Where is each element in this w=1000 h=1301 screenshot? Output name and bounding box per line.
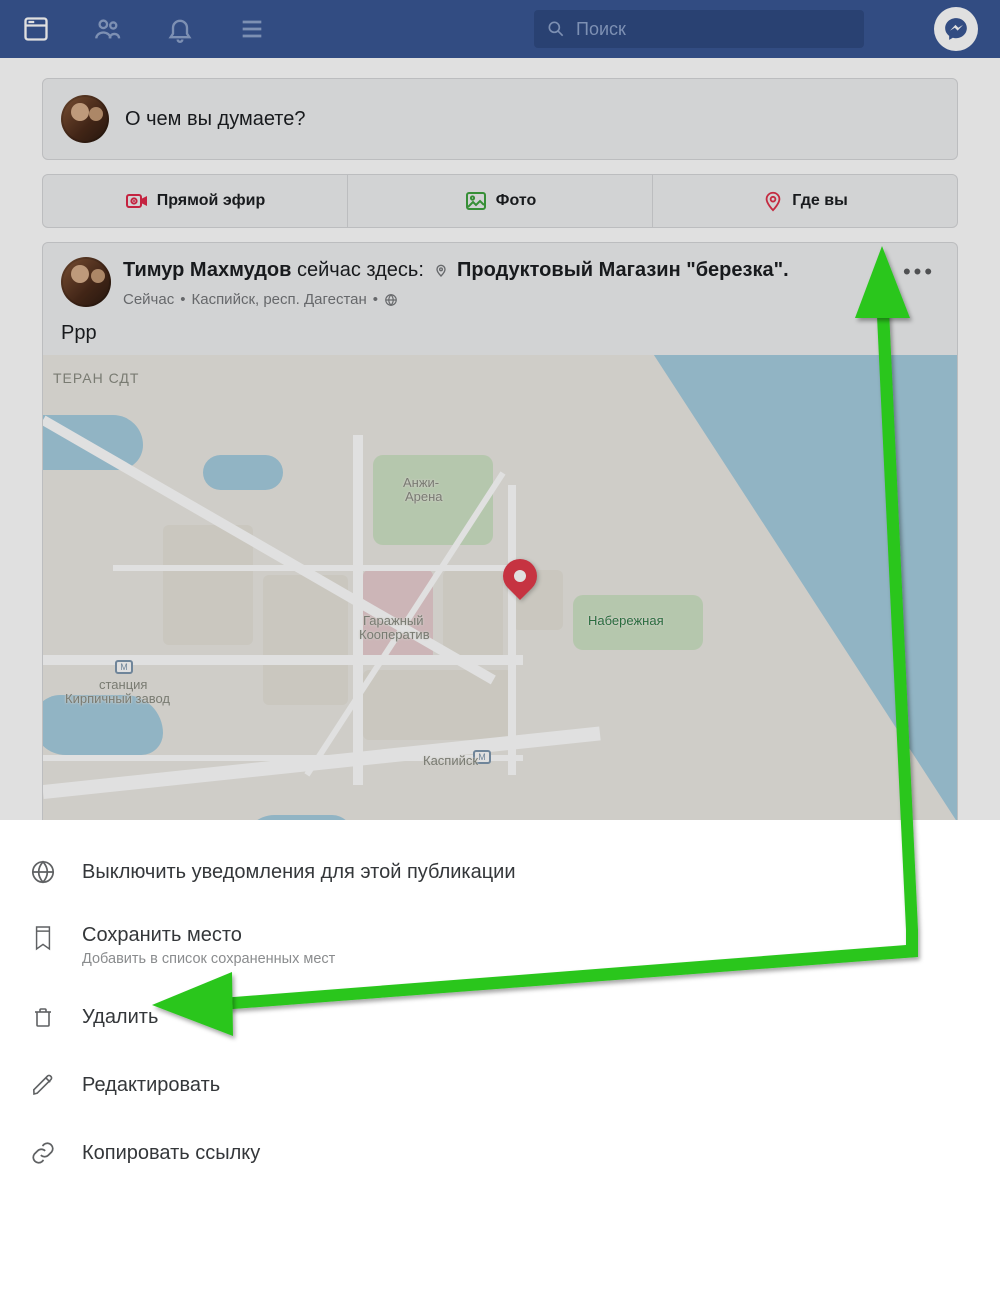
delete-button[interactable]: Удалить: [0, 983, 1000, 1051]
map-label: Гаражный: [363, 613, 423, 628]
location-button[interactable]: Где вы: [652, 175, 957, 227]
edit-button[interactable]: Редактировать: [0, 1051, 1000, 1119]
map-label: Анжи-: [403, 475, 439, 490]
post-location: Каспийск, респ. Дагестан: [191, 291, 366, 308]
map-label: Кооператив: [359, 627, 430, 642]
photo-label: Фото: [496, 192, 536, 210]
notifications-icon[interactable]: [166, 15, 194, 43]
globe-icon: [384, 293, 398, 307]
avatar[interactable]: [61, 257, 111, 307]
delete-label: Удалить: [82, 1006, 158, 1029]
location-label: Где вы: [792, 192, 847, 210]
live-label: Прямой эфир: [157, 192, 266, 210]
feed-icon[interactable]: [22, 15, 50, 43]
post-verb: сейчас здесь:: [297, 259, 424, 281]
map-label: Набережная: [588, 613, 664, 628]
compose-actions: Прямой эфир Фото Где вы: [42, 174, 958, 228]
menu-icon[interactable]: [238, 15, 266, 43]
mute-label: Выключить уведомления для этой публикаци…: [82, 861, 516, 884]
photo-icon: [464, 189, 488, 213]
map-label: ТЕРАН СДТ: [53, 370, 139, 386]
post-time: Сейчас: [123, 291, 174, 308]
live-icon: [125, 189, 149, 213]
map-label: Каспийск: [423, 753, 478, 768]
top-nav: Поиск: [0, 0, 1000, 58]
messenger-button[interactable]: [934, 7, 978, 51]
post-card: Тимур Махмудов сейчас здесь: Продуктовый…: [42, 242, 958, 820]
station-icon: M: [115, 660, 133, 674]
post-map[interactable]: M M ТЕРАН СДТ Анжи- Арена Гаражный Коопе…: [43, 355, 957, 820]
more-icon: •••: [903, 259, 935, 285]
photo-button[interactable]: Фото: [347, 175, 652, 227]
avatar: [61, 95, 109, 143]
friends-icon[interactable]: [94, 15, 122, 43]
location-icon: [762, 189, 784, 213]
post-options-sheet: Выключить уведомления для этой публикаци…: [0, 820, 1000, 1197]
pin-icon: [433, 260, 449, 287]
map-label: Кирпичный завод: [65, 691, 170, 706]
messenger-icon: [943, 16, 969, 42]
map-label: Арена: [405, 489, 443, 504]
post-place[interactable]: Продуктовый Магазин "березка".: [457, 259, 789, 281]
post-body: Ppp: [61, 308, 939, 355]
mute-notifications-button[interactable]: Выключить уведомления для этой публикаци…: [0, 838, 1000, 906]
edit-label: Редактировать: [82, 1074, 220, 1097]
search-input[interactable]: Поиск: [534, 10, 864, 48]
post-author[interactable]: Тимур Махмудов: [123, 259, 291, 281]
post-menu-button[interactable]: •••: [899, 257, 939, 308]
pencil-icon: [28, 1073, 58, 1097]
link-icon: [28, 1140, 58, 1166]
copy-label: Копировать ссылку: [82, 1142, 260, 1165]
map-label: станция: [99, 677, 147, 692]
live-button[interactable]: Прямой эфир: [43, 175, 347, 227]
save-sublabel: Добавить в список сохраненных мест: [82, 951, 335, 967]
compose-card[interactable]: О чем вы думаете?: [42, 78, 958, 160]
copy-link-button[interactable]: Копировать ссылку: [0, 1119, 1000, 1187]
search-icon: [546, 19, 566, 39]
post-title: Тимур Махмудов сейчас здесь: Продуктовый…: [123, 257, 887, 287]
bookmark-icon: [28, 924, 58, 952]
compose-prompt: О чем вы думаете?: [125, 108, 305, 131]
globe-icon: [28, 859, 58, 885]
search-placeholder: Поиск: [576, 19, 852, 40]
save-label: Сохранить место: [82, 924, 335, 947]
post-meta: Сейчас• Каспийск, респ. Дагестан•: [123, 291, 887, 308]
save-place-button[interactable]: Сохранить место Добавить в список сохран…: [0, 906, 1000, 983]
trash-icon: [28, 1003, 58, 1031]
